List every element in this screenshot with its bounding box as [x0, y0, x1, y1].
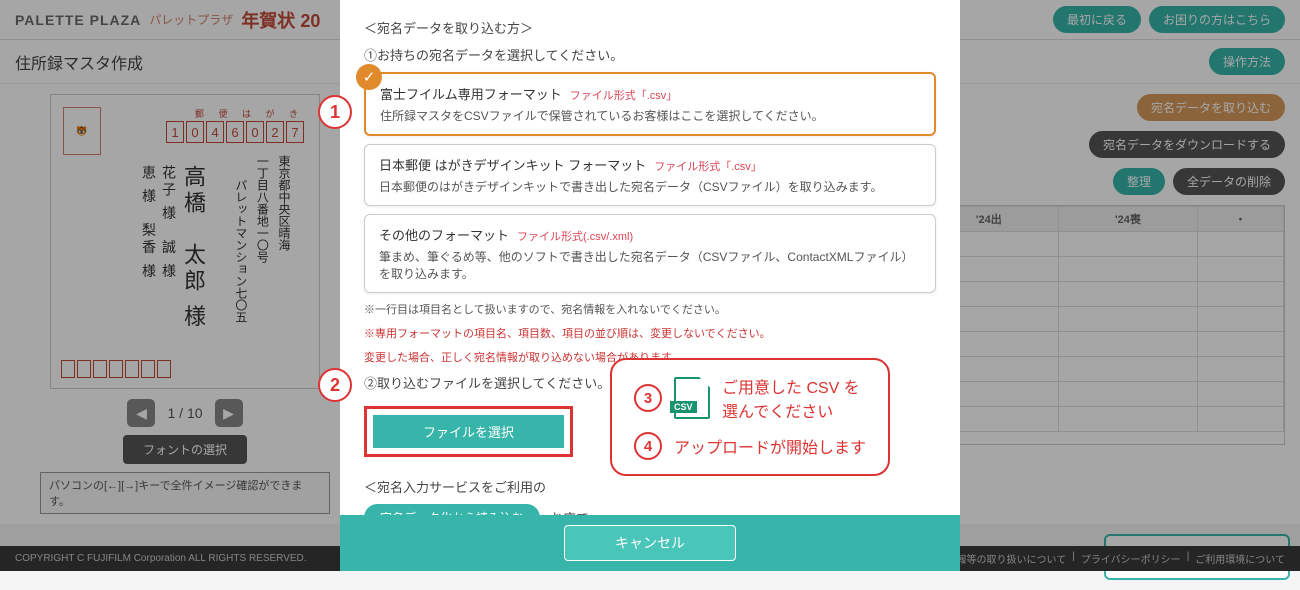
- format-option[interactable]: その他のフォーマットファイル形式(.csv/.xml) 筆まめ、筆ぐるめ等、他のソ…: [364, 214, 936, 293]
- option-desc: 日本郵便のはがきデザインキットで書き出した宛名データ（CSVファイル）を取り込み…: [379, 178, 921, 195]
- annotation-3-text: ご用意した CSV を 選んでください: [722, 374, 860, 422]
- read-from-service-button[interactable]: 宛名データ化から読み込む: [364, 504, 540, 515]
- import-modal: ＜宛名データを取り込む方＞ ①お持ちの宛名データを選択してください。 ✓富士フイ…: [340, 0, 960, 571]
- annotation-4: 4: [634, 432, 662, 460]
- annotation-4-text: アップロードが開始します: [674, 434, 866, 458]
- service-title: ＜宛名入力サービスをご利用の: [364, 477, 936, 496]
- service-tail: お店で: [550, 508, 589, 515]
- format-option[interactable]: ✓富士フイルム専用フォーマットファイル形式「.csv」住所録マスタをCSVファイ…: [364, 72, 936, 136]
- annotation-callout: 3 CSV ご用意した CSV を 選んでください 4 アップロードが開始します: [610, 358, 890, 476]
- modal-note: ※一行目は項目名として扱いますので、宛名情報を入れないでください。: [364, 301, 936, 317]
- check-icon: ✓: [356, 64, 382, 90]
- option-desc: 住所録マスタをCSVファイルで保管されているお客様はここを選択してください。: [380, 107, 920, 124]
- option-desc: 筆まめ、筆ぐるめ等、他のソフトで書き出した宛名データ（CSVファイル、Conta…: [379, 248, 921, 282]
- csv-file-icon: CSV: [674, 377, 710, 419]
- modal-title: ＜宛名データを取り込む方＞: [364, 18, 936, 37]
- option-title: 日本郵便 はがきデザインキット フォーマットファイル形式「.csv」: [379, 155, 921, 174]
- modal-footer: キャンセル: [340, 515, 960, 571]
- modal-overlay: ＜宛名データを取り込む方＞ ①お持ちの宛名データを選択してください。 ✓富士フイ…: [0, 0, 1300, 571]
- option-title: その他のフォーマットファイル形式(.csv/.xml): [379, 225, 921, 244]
- option-title: 富士フイルム専用フォーマットファイル形式「.csv」: [380, 84, 920, 103]
- file-select-button[interactable]: ファイルを選択: [373, 415, 564, 448]
- cancel-button[interactable]: キャンセル: [564, 525, 736, 561]
- annotation-1: 1: [318, 95, 352, 129]
- file-select-highlight: ファイルを選択: [364, 406, 573, 457]
- modal-note-warning: ※専用フォーマットの項目名、項目数、項目の並び順は、変更しないでください。: [364, 325, 936, 341]
- annotation-3: 3: [634, 384, 662, 412]
- modal-step1: ①お持ちの宛名データを選択してください。: [364, 45, 936, 64]
- annotation-2: 2: [318, 368, 352, 402]
- format-option[interactable]: 日本郵便 はがきデザインキット フォーマットファイル形式「.csv」日本郵便のは…: [364, 144, 936, 206]
